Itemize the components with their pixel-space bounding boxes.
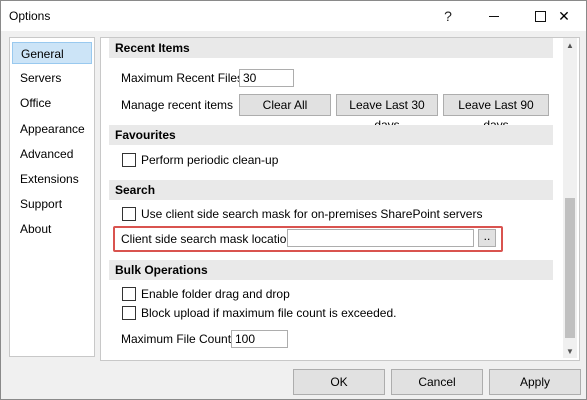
- ok-button[interactable]: OK: [293, 369, 385, 395]
- max-file-count-input[interactable]: 100: [231, 330, 288, 348]
- max-file-count-label: Maximum File Count: [121, 332, 232, 346]
- section-recent-items: Recent Items: [109, 38, 553, 58]
- section-search: Search: [109, 180, 553, 200]
- sidebar-item-support[interactable]: Support: [12, 193, 92, 215]
- minimize-button[interactable]: [471, 1, 517, 31]
- search-mask-checkbox[interactable]: [122, 207, 136, 221]
- close-button[interactable]: ✕: [541, 1, 587, 31]
- scroll-thumb[interactable]: [565, 198, 575, 338]
- sidebar-item-about[interactable]: About: [12, 218, 92, 240]
- window-title: Options: [9, 9, 51, 23]
- apply-button[interactable]: Apply: [489, 369, 581, 395]
- sidebar-item-appearance[interactable]: Appearance: [12, 118, 92, 140]
- max-recent-files-label: Maximum Recent Files: [121, 71, 244, 85]
- cancel-button[interactable]: Cancel: [391, 369, 483, 395]
- leave-last-90-days-button[interactable]: Leave Last 90 days: [443, 94, 549, 132]
- search-mask-checkbox-label: Use client side search mask for on-premi…: [141, 207, 483, 221]
- minimize-icon: [489, 15, 499, 17]
- help-button[interactable]: ?: [425, 1, 471, 31]
- clear-all-button[interactable]: Clear All: [239, 94, 331, 116]
- section-bulk-operations: Bulk Operations: [109, 260, 553, 280]
- block-upload-label: Block upload if maximum file count is ex…: [141, 306, 397, 320]
- periodic-cleanup-label: Perform periodic clean-up: [141, 153, 279, 167]
- scroll-down-arrow-icon[interactable]: ▼: [563, 344, 577, 358]
- sidebar-item-extensions[interactable]: Extensions: [12, 168, 92, 190]
- block-upload-checkbox[interactable]: [122, 306, 136, 320]
- sidebar-item-advanced[interactable]: Advanced: [12, 143, 92, 165]
- sidebar-item-general[interactable]: General: [12, 42, 92, 64]
- close-icon: ✕: [558, 7, 570, 24]
- options-dialog: Options ? ✕ General Servers Office Appea…: [0, 0, 587, 400]
- settings-panel[interactable]: Recent Items Maximum Recent Files 30 Man…: [100, 37, 580, 361]
- leave-last-30-days-button[interactable]: Leave Last 30 days: [336, 94, 438, 132]
- scroll-up-arrow-icon[interactable]: ▲: [563, 38, 577, 52]
- title-bar: Options ? ✕: [1, 1, 586, 31]
- periodic-cleanup-checkbox[interactable]: [122, 153, 136, 167]
- folder-drag-drop-checkbox[interactable]: [122, 287, 136, 301]
- sidebar-item-office[interactable]: Office: [12, 92, 92, 114]
- highlight-box: [113, 226, 503, 252]
- manage-recent-label: Manage recent items: [121, 98, 234, 112]
- sidebar-item-servers[interactable]: Servers: [12, 67, 92, 89]
- vertical-scrollbar[interactable]: ▲ ▼: [563, 38, 577, 358]
- max-recent-files-input[interactable]: 30: [239, 69, 294, 87]
- sidebar: General Servers Office Appearance Advanc…: [9, 37, 95, 357]
- section-favourites: Favourites: [109, 125, 553, 145]
- folder-drag-drop-label: Enable folder drag and drop: [141, 287, 290, 301]
